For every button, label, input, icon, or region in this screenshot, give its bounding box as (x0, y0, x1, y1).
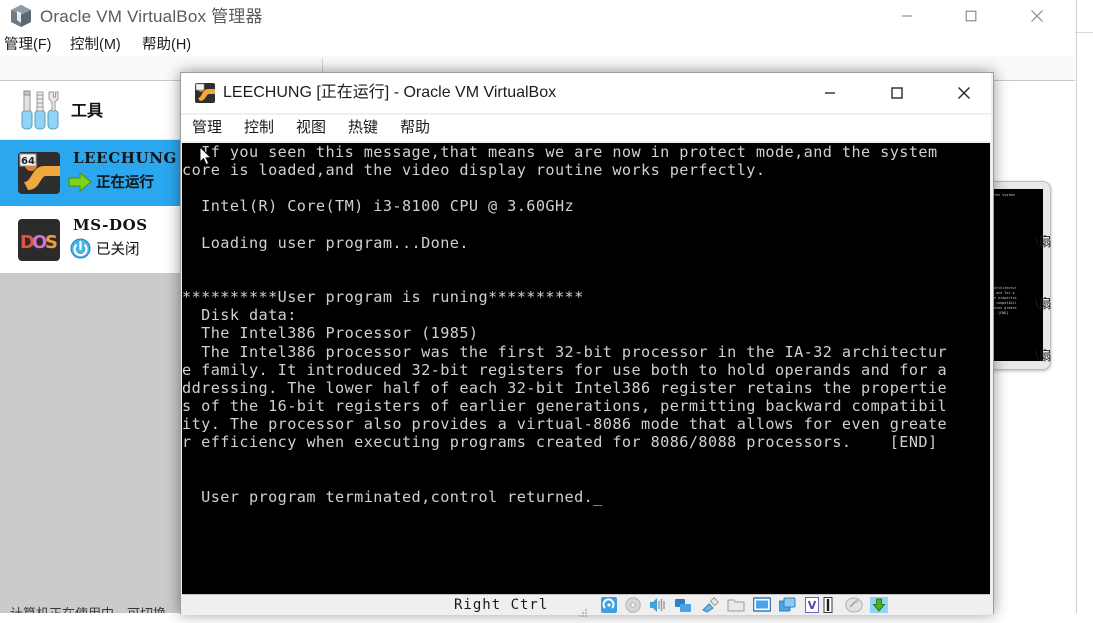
detail-clipped-row-2: \扇 (1035, 296, 1052, 311)
vm-preview-screen: l the system 2 architectur ds and for a the… (989, 189, 1043, 361)
vm-console-text: If you seen this message,that means we a… (182, 143, 947, 506)
sidebar-item-tools-label: 工具 (71, 101, 104, 120)
resize-grip-icon[interactable] (578, 605, 588, 623)
display-icon[interactable] (752, 597, 772, 613)
mouse-pointer-icon (199, 145, 213, 171)
dos-icon: D O S (18, 219, 60, 261)
mouse-integration-icon[interactable] (845, 597, 863, 613)
host-key-label: Right Ctrl (454, 597, 549, 613)
console-line: User program terminated,control returned… (182, 487, 603, 506)
vm-minimize-button[interactable] (803, 73, 857, 113)
vm-maximize-button[interactable] (870, 73, 924, 113)
svg-text:V: V (808, 599, 817, 612)
windows-64-icon: 64 (18, 152, 60, 194)
console-line: Intel(R) Core(TM) i3-8100 CPU @ 3.60GHz (182, 197, 575, 216)
console-line: core is loaded,and the video display rou… (182, 161, 766, 180)
vm-menu-input[interactable]: 热键 (348, 115, 378, 141)
console-line: **********User program is runing********… (182, 288, 584, 307)
host-key-icon[interactable] (870, 597, 888, 613)
console-line: If you seen this message,that means we a… (182, 143, 938, 161)
console-line: Loading user program...Done. (182, 233, 469, 252)
vm-menu-view[interactable]: 视图 (296, 115, 326, 141)
green-arrow-running-icon (68, 171, 92, 197)
sidebar-item-msdos-name: MS-DOS (73, 216, 148, 234)
virtualbox-logo-icon (8, 3, 34, 29)
tools-icon (18, 90, 62, 137)
window-right-divider (1076, 0, 1077, 613)
status-strip-text: 计算机正在使用中，可切换 (10, 603, 166, 613)
console-line: ity. The processor also provides a virtu… (182, 415, 948, 434)
remote-desktop-icon[interactable]: V (805, 597, 821, 613)
vm-console-screen[interactable]: If you seen this message,that means we a… (182, 143, 990, 594)
console-line: e family. It introduced 32-bit registers… (182, 360, 948, 379)
vm-status-bar: V Right Ctrl (182, 594, 990, 617)
menu-help[interactable]: 帮助(H) (142, 34, 191, 56)
console-line: ddressing. The lower half of each 32-bit… (182, 378, 948, 397)
detail-clipped-row-1: \扇 (1035, 234, 1052, 249)
sidebar-item-leechung-name: LEECHUNG (73, 149, 177, 167)
vm-machine-icon (195, 83, 215, 103)
sidebar-item-msdos-state: 已关闭 (96, 242, 140, 258)
manager-title-bar: Oracle VM VirtualBox 管理器 (0, 0, 1075, 33)
audio-icon[interactable] (649, 597, 665, 613)
sidebar-item-leechung-state: 正在运行 (96, 175, 154, 191)
vm-title-bar: LEECHUNG [正在运行] - Oracle VM VirtualBox (181, 73, 991, 113)
shared-folder-icon[interactable] (727, 597, 745, 613)
window-right-divider-2 (1075, 32, 1093, 33)
vm-menu-file[interactable]: 管理 (192, 115, 222, 141)
console-line: r efficiency when executing programs cre… (182, 433, 938, 452)
window-right-gap (1075, 0, 1093, 613)
optical-disk-icon[interactable] (625, 597, 641, 613)
svg-text:64: 64 (21, 156, 35, 167)
manager-title-text: Oracle VM VirtualBox 管理器 (40, 7, 263, 26)
hard-disk-icon[interactable] (601, 597, 617, 613)
maximize-button[interactable] (948, 0, 994, 32)
vm-close-button[interactable] (937, 73, 991, 113)
minimize-button[interactable] (884, 0, 930, 32)
vm-menu-bar: 管理 控制 视图 热键 帮助 (181, 115, 991, 141)
vm-console-window: LEECHUNG [正在运行] - Oracle VM VirtualBox 管… (180, 72, 994, 617)
usb-icon[interactable] (701, 597, 719, 613)
power-off-icon (70, 238, 91, 264)
console-line: The Intel386 Processor (1985) (182, 324, 479, 343)
manager-menu-bar: 管理(F) 控制(M) 帮助(H) (0, 34, 1075, 56)
video-capture-icon[interactable] (778, 597, 796, 613)
keyboard-indicator-icon[interactable] (823, 597, 839, 613)
detail-clipped-row-3: \扇 (1035, 348, 1052, 363)
menu-machine[interactable]: 控制(M) (70, 34, 121, 56)
console-line: The Intel386 processor was the first 32-… (182, 342, 948, 361)
close-button[interactable] (1014, 0, 1060, 32)
menu-file[interactable]: 管理(F) (4, 34, 52, 56)
vm-title-text: LEECHUNG [正在运行] - Oracle VM VirtualBox (223, 84, 557, 101)
console-line: s of the 16-bit registers of earlier gen… (182, 396, 948, 415)
console-line: Disk data: (182, 306, 297, 325)
network-icon[interactable] (675, 597, 691, 613)
vm-menu-help[interactable]: 帮助 (400, 115, 430, 141)
vm-menu-machine[interactable]: 控制 (244, 115, 274, 141)
svg-text:S: S (45, 232, 58, 253)
